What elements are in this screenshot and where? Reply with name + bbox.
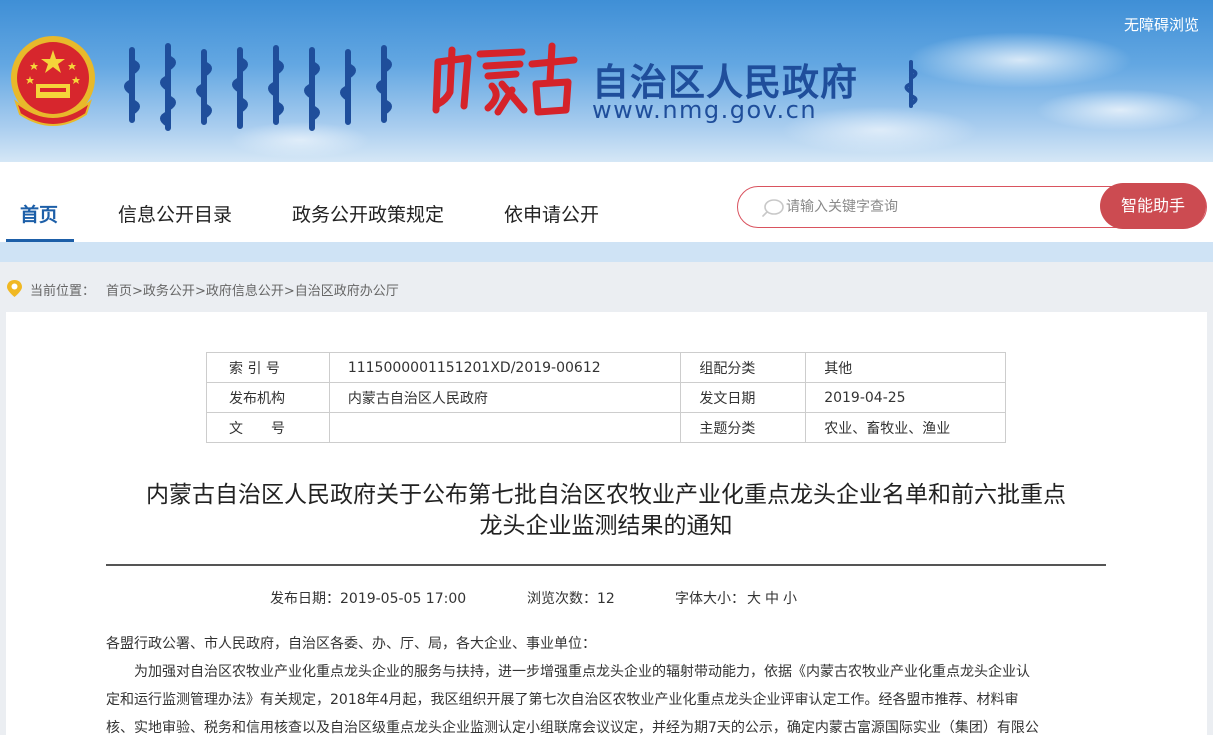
breadcrumb-label: 当前位置： xyxy=(30,284,96,299)
table-row: 文 号 主题分类 农业、畜牧业、渔业 xyxy=(206,412,1006,443)
font-size-control: 字体大小：大中小 xyxy=(675,588,799,608)
meta-value-index: 1115000001151201XD/2019-00612 xyxy=(328,352,682,383)
breadcrumb-item-info-disclosure[interactable]: 政府信息公开 xyxy=(206,284,284,299)
meta-key-issue-date: 发文日期 xyxy=(680,382,807,413)
publish-date-label: 发布日期： xyxy=(270,591,340,607)
table-row: 发布机构 内蒙古自治区人民政府 发文日期 2019-04-25 xyxy=(206,382,1006,413)
meta-key-publisher: 发布机构 xyxy=(206,382,330,413)
meta-value-publisher: 内蒙古自治区人民政府 xyxy=(328,382,682,413)
breadcrumb-separator: > xyxy=(194,284,206,299)
nav-divider-strip xyxy=(0,242,1213,262)
national-emblem-icon xyxy=(11,36,95,126)
meta-key-doc-number: 文 号 xyxy=(206,412,330,443)
font-size-medium-button[interactable]: 中 xyxy=(765,591,779,607)
font-size-large-button[interactable]: 大 xyxy=(747,591,761,607)
breadcrumb-item-home[interactable]: 首页 xyxy=(106,284,132,299)
title-divider xyxy=(106,564,1106,566)
document-title-line: 龙头企业监测结果的通知 xyxy=(479,513,733,539)
publish-date: 发布日期：2019-05-05 17:00 xyxy=(270,588,466,608)
mongolian-script-small-icon xyxy=(904,60,918,108)
smart-assistant-button[interactable]: 智能助手 xyxy=(1100,183,1206,229)
document-title: 内蒙古自治区人民政府关于公布第七批自治区农牧业产业化重点龙头企业名单和前六批重点… xyxy=(96,480,1116,542)
nav-item-home[interactable]: 首页 xyxy=(20,200,58,227)
publish-date-value: 2019-05-05 17:00 xyxy=(340,591,467,607)
paragraph-line: 定和运行监测管理办法》有关规定，2018年4月起，我区组织开展了第七次自治区农牧… xyxy=(106,692,1019,708)
nav-item-info-catalog[interactable]: 信息公开目录 xyxy=(118,200,232,227)
mongolian-script-logo xyxy=(124,43,392,131)
meta-key-topic: 主题分类 xyxy=(680,412,807,443)
table-row: 索 引 号 1115000001151201XD/2019-00612 组配分类… xyxy=(206,352,1006,383)
font-size-small-button[interactable]: 小 xyxy=(783,591,797,607)
breadcrumb-separator: > xyxy=(283,284,295,299)
document-card: 索 引 号 1115000001151201XD/2019-00612 组配分类… xyxy=(6,312,1207,735)
meta-key-index: 索 引 号 xyxy=(206,352,330,383)
view-count-label: 浏览次数： xyxy=(527,591,597,607)
paragraph-line: 为加强对自治区农牧业产业化重点龙头企业的服务与扶持，进一步增强重点龙头企业的辐射… xyxy=(134,664,1030,680)
view-count-value: 12 xyxy=(597,591,615,607)
nav-item-apply[interactable]: 依申请公开 xyxy=(504,200,599,227)
document-body: 各盟行政公署、市人民政府，自治区各委、办、厅、局，各大企业、事业单位： 为加强对… xyxy=(106,630,1106,735)
meta-value-issue-date: 2019-04-25 xyxy=(805,382,1006,413)
site-url: www.nmg.gov.cn xyxy=(592,96,818,124)
meta-value-category: 其他 xyxy=(805,352,1006,383)
nav-item-policy[interactable]: 政务公开政策规定 xyxy=(292,200,444,227)
meta-key-category: 组配分类 xyxy=(680,352,807,383)
accessibility-link[interactable]: 无障碍浏览 xyxy=(1124,14,1199,35)
main-nav: 首页 信息公开目录 政务公开政策规定 依申请公开 智能助手 xyxy=(0,162,1213,242)
breadcrumb-separator: > xyxy=(132,284,143,299)
site-banner: 自治区人民政府 www.nmg.gov.cn 无障碍浏览 xyxy=(0,0,1213,162)
search-input[interactable] xyxy=(786,195,1086,219)
font-size-label: 字体大小： xyxy=(675,591,745,607)
breadcrumb-item-office[interactable]: 自治区政府办公厅 xyxy=(295,284,399,299)
location-pin-icon xyxy=(7,280,22,297)
document-title-line: 内蒙古自治区人民政府关于公布第七批自治区农牧业产业化重点龙头企业名单和前六批重点 xyxy=(146,482,1066,508)
meta-value-doc-number xyxy=(328,412,682,443)
view-count: 浏览次数：12 xyxy=(527,588,615,608)
search-icon xyxy=(762,199,784,217)
inner-mongolia-calligraphy-logo xyxy=(432,42,578,116)
paragraph-line: 核、实地审验、税务和信用核查以及自治区级重点龙头企业监测认定小组联席会议议定，并… xyxy=(106,720,1039,735)
salutation: 各盟行政公署、市人民政府，自治区各委、办、厅、局，各大企业、事业单位： xyxy=(106,636,596,652)
document-meta-table: 索 引 号 1115000001151201XD/2019-00612 组配分类… xyxy=(206,352,1006,443)
breadcrumb-item-gov-affairs[interactable]: 政务公开 xyxy=(143,284,195,299)
meta-value-topic: 农业、畜牧业、渔业 xyxy=(805,412,1006,443)
